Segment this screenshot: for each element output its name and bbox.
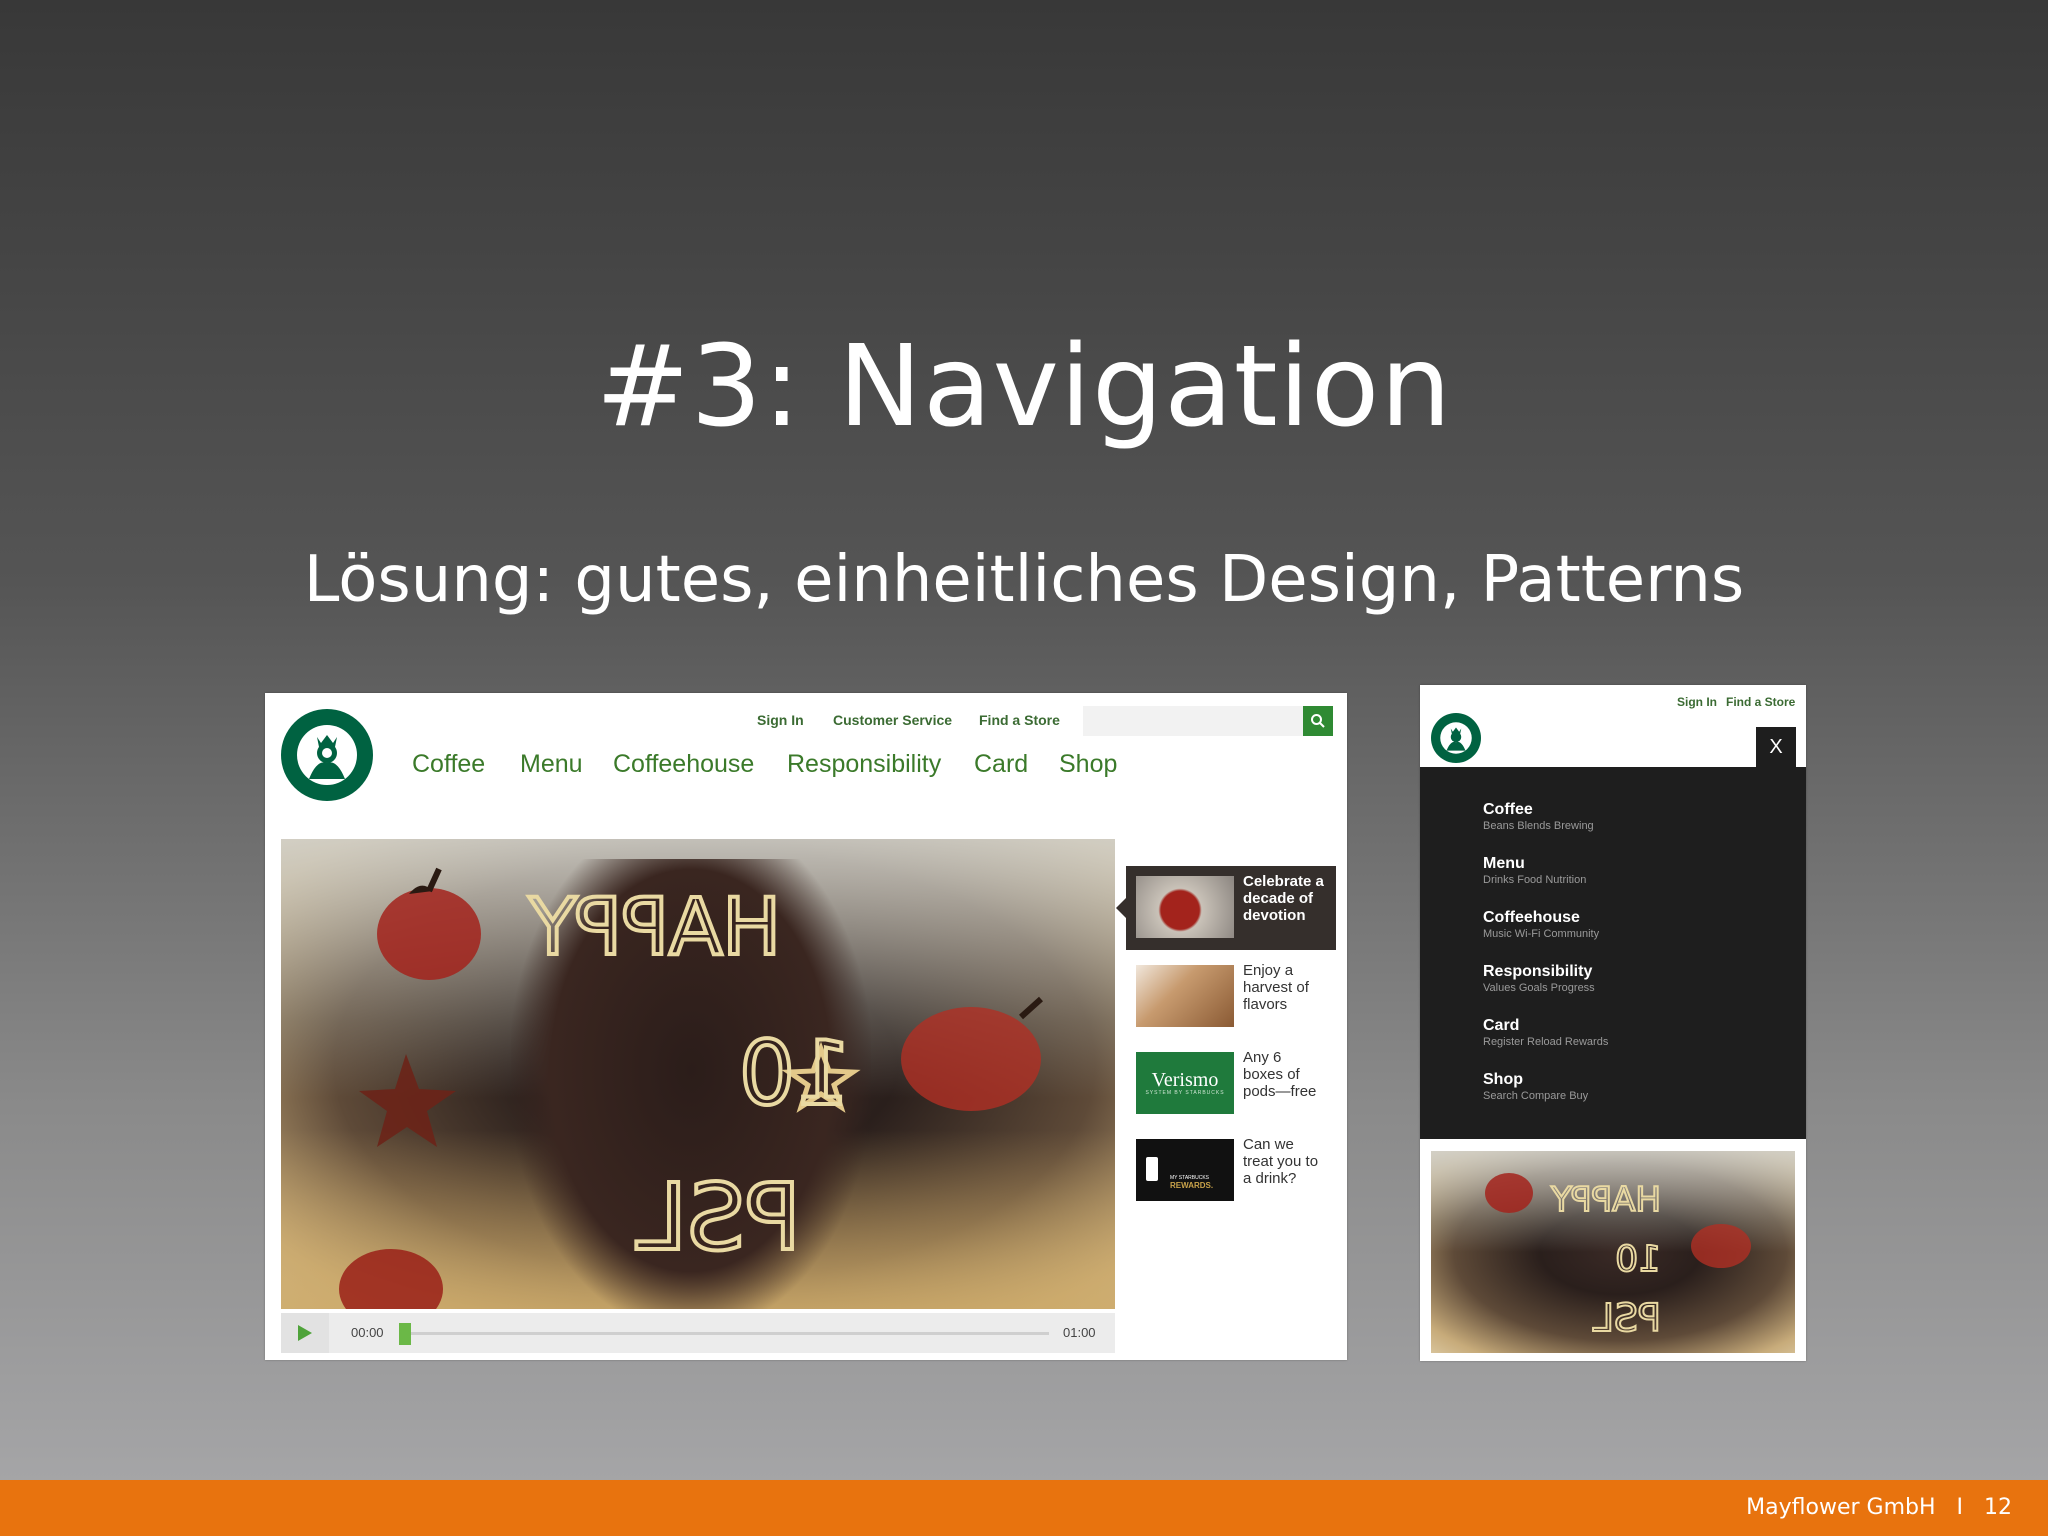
hero-text-psl: PSL bbox=[1593, 1296, 1661, 1340]
mobile-find-a-store-link[interactable]: Find a Store bbox=[1726, 695, 1795, 709]
menu-item-subtitle: Drinks Food Nutrition bbox=[1483, 874, 1587, 886]
nav-responsibility[interactable]: Responsibility bbox=[787, 750, 941, 779]
promo-item[interactable]: MY STARBUCKS REWARDS. Can we treat you t… bbox=[1126, 1129, 1336, 1213]
nav-shop[interactable]: Shop bbox=[1059, 750, 1117, 779]
siren-logo-icon bbox=[1440, 722, 1472, 754]
duration: 01:00 bbox=[1063, 1325, 1096, 1340]
star-drawing bbox=[359, 1054, 456, 1147]
mobile-menu-item-menu[interactable]: Menu Drinks Food Nutrition bbox=[1483, 855, 1586, 887]
menu-item-label: Coffee bbox=[1483, 801, 1533, 818]
progress-track[interactable] bbox=[405, 1332, 1049, 1335]
footer-bar: Mayflower GmbH I 12 bbox=[0, 1480, 2048, 1536]
menu-item-label: Responsibility bbox=[1483, 963, 1593, 980]
progress-handle[interactable] bbox=[399, 1323, 411, 1345]
apple-drawing bbox=[1485, 1173, 1533, 1213]
menu-item-label: Coffeehouse bbox=[1483, 909, 1580, 926]
nav-coffee[interactable]: Coffee bbox=[412, 750, 485, 779]
mobile-menu-item-coffee[interactable]: Coffee Beans Blends Brewing bbox=[1483, 801, 1594, 833]
close-menu-button[interactable]: X bbox=[1756, 727, 1796, 767]
apple-drawing bbox=[901, 996, 1044, 1111]
verismo-tagline: SYSTEM BY STARBUCKS bbox=[1145, 1090, 1225, 1096]
verismo-thumbnail: Verismo SYSTEM BY STARBUCKS bbox=[1136, 1052, 1234, 1114]
nav-coffeehouse[interactable]: Coffeehouse bbox=[613, 750, 754, 779]
menu-item-label: Card bbox=[1483, 1017, 1520, 1034]
find-a-store-link[interactable]: Find a Store bbox=[979, 712, 1060, 728]
starbucks-logo[interactable] bbox=[281, 709, 373, 801]
siren-logo-icon bbox=[297, 725, 357, 785]
mobile-menu-item-shop[interactable]: Shop Search Compare Buy bbox=[1483, 1071, 1588, 1103]
hero-text-happy: HAPPY bbox=[529, 883, 781, 973]
starbucks-logo[interactable] bbox=[1431, 713, 1481, 763]
promo-thumbnail bbox=[1136, 876, 1234, 938]
verismo-wordmark: Verismo bbox=[1151, 1069, 1219, 1091]
promo-item[interactable]: Celebrate a decade of devotion bbox=[1116, 866, 1336, 950]
footer-text: Mayflower GmbH I 12 bbox=[1746, 1495, 2012, 1520]
desktop-site-mockup: Sign In Customer Service Find a Store Co… bbox=[265, 693, 1347, 1360]
footer-separator: I bbox=[1956, 1495, 1964, 1520]
utility-nav: Sign In Customer Service Find a Store bbox=[265, 703, 1347, 736]
mobile-menu-item-card[interactable]: Card Register Reload Rewards bbox=[1483, 1017, 1608, 1049]
current-time: 00:00 bbox=[351, 1325, 384, 1340]
promo-item[interactable]: Enjoy a harvest of flavors bbox=[1126, 955, 1336, 1039]
search-input[interactable] bbox=[1083, 706, 1303, 736]
play-button[interactable] bbox=[281, 1313, 329, 1353]
sign-in-link[interactable]: Sign In bbox=[757, 712, 804, 728]
promo-thumbnail bbox=[1136, 965, 1234, 1027]
menu-item-subtitle: Values Goals Progress bbox=[1483, 982, 1595, 994]
slide-title: #3: Navigation bbox=[595, 322, 1453, 452]
mobile-hero-image[interactable]: HAPPY 10 PSL bbox=[1431, 1151, 1795, 1353]
promo-text: Any 6 boxes of pods—free bbox=[1243, 1049, 1317, 1100]
nav-menu[interactable]: Menu bbox=[520, 750, 583, 779]
menu-item-subtitle: Music Wi-Fi Community bbox=[1483, 928, 1600, 940]
promo-text: Celebrate a decade of devotion bbox=[1243, 873, 1324, 924]
menu-item-label: Shop bbox=[1483, 1071, 1523, 1088]
mobile-menu-item-responsibility[interactable]: Responsibility Values Goals Progress bbox=[1483, 963, 1595, 995]
mobile-menu: Coffee Beans Blends Brewing Menu Drinks … bbox=[1420, 767, 1806, 1139]
hero-text-psl: PSL bbox=[636, 1164, 801, 1271]
hero-text-10: 10 bbox=[739, 1022, 851, 1125]
slide-subtitle: Lösung: gutes, einheitliches Design, Pat… bbox=[303, 543, 1745, 617]
customer-service-link[interactable]: Customer Service bbox=[833, 712, 952, 728]
search-icon bbox=[1311, 714, 1325, 728]
nav-card[interactable]: Card bbox=[974, 750, 1028, 779]
mobile-sign-in-link[interactable]: Sign In bbox=[1677, 695, 1717, 709]
rewards-thumbnail: MY STARBUCKS REWARDS. bbox=[1136, 1139, 1234, 1201]
promo-item[interactable]: Verismo SYSTEM BY STARBUCKS Any 6 boxes … bbox=[1126, 1042, 1336, 1126]
cup-icon bbox=[1146, 1157, 1158, 1181]
play-icon bbox=[298, 1325, 312, 1341]
apple-drawing bbox=[1691, 1224, 1751, 1268]
apple-drawing bbox=[377, 867, 481, 980]
search-button[interactable] bbox=[1303, 706, 1333, 736]
footer-company: Mayflower GmbH bbox=[1746, 1495, 1936, 1520]
rewards-wordmark: REWARDS. bbox=[1170, 1181, 1214, 1190]
hero-text-10: 10 bbox=[1615, 1239, 1661, 1280]
menu-item-subtitle: Search Compare Buy bbox=[1483, 1090, 1589, 1102]
hero-text-happy: HAPPY bbox=[1551, 1180, 1661, 1220]
promo-text: Enjoy a harvest of flavors bbox=[1243, 962, 1309, 1013]
menu-item-subtitle: Beans Blends Brewing bbox=[1483, 820, 1594, 832]
mobile-site-mockup: Sign In Find a Store X Coffee Beans Blen… bbox=[1420, 685, 1806, 1361]
window-drawing: HAPPY 10 PSL bbox=[339, 867, 1044, 1309]
menu-item-subtitle: Register Reload Rewards bbox=[1483, 1036, 1609, 1048]
promo-text: Can we treat you to a drink? bbox=[1243, 1136, 1319, 1187]
hero-video[interactable]: HAPPY 10 PSL bbox=[281, 839, 1115, 1309]
mobile-menu-item-coffeehouse[interactable]: Coffeehouse Music Wi-Fi Community bbox=[1483, 909, 1599, 941]
video-controls: 00:00 01:00 bbox=[281, 1313, 1115, 1353]
window-drawing: HAPPY 10 PSL bbox=[1485, 1173, 1751, 1341]
page-number: 12 bbox=[1984, 1495, 2012, 1520]
apple-drawing bbox=[339, 1249, 443, 1309]
menu-item-label: Menu bbox=[1483, 855, 1525, 872]
